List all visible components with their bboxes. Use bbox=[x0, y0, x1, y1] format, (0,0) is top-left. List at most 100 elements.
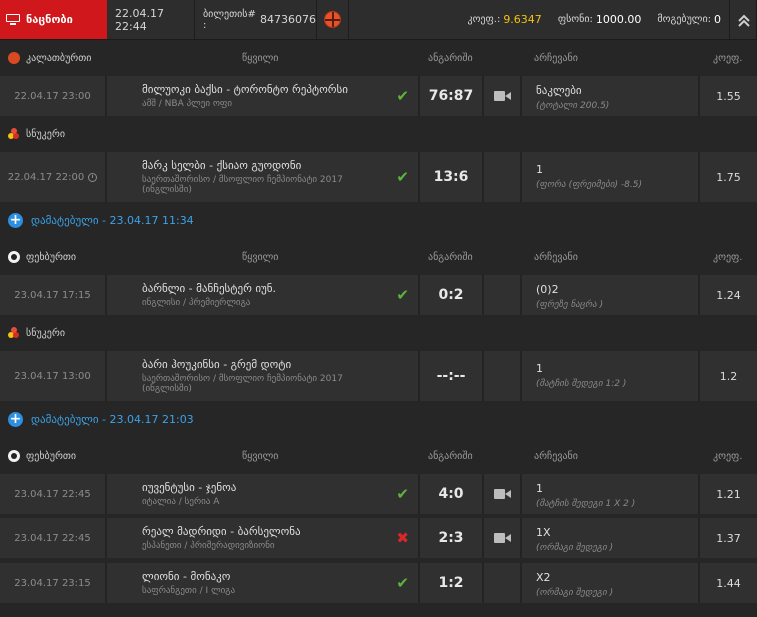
checkmark-icon: ✔ bbox=[396, 87, 409, 105]
bet-row[interactable]: 23.04.17 22:45 იუვენტუსი - ჯენოა იტალია … bbox=[0, 474, 757, 514]
choice-market: (ფორა (ფრეიმები) -8.5) bbox=[536, 180, 642, 190]
stake-label: ფსონი: bbox=[557, 14, 593, 25]
event-date: 23.04.17 23:15 bbox=[0, 563, 107, 603]
section-header: სნუკერი bbox=[0, 117, 757, 151]
video-cell[interactable] bbox=[484, 518, 522, 558]
added-banner: + დამატებული - 23.04.17 11:34 bbox=[0, 204, 757, 236]
bet-coef: 1.55 bbox=[700, 76, 757, 116]
sport-name: ფეხბურთი bbox=[26, 450, 77, 462]
stake-amount: ფსონი: 1000.00 bbox=[550, 0, 650, 39]
tab-ticket[interactable]: ნაცნობი bbox=[0, 0, 107, 39]
event-league: იტალია / სერია A bbox=[142, 497, 220, 507]
event-score: 2:3 bbox=[420, 518, 484, 558]
winnings-value: 0 bbox=[714, 13, 721, 26]
event-name: ბარი ჰოუკინსი - გრემ დოტი bbox=[142, 358, 292, 371]
choice-market: (მატჩის შედეგი 1 X 2 ) bbox=[536, 499, 636, 509]
event-name: ლიონი - მონაკო bbox=[142, 570, 231, 583]
section-header: კალათბურთი წყვილი ანგარიში არჩევანი კოეფ… bbox=[0, 41, 757, 75]
ticket-header-bar: ნაცნობი 22.04.17 22:44 ბილეთის# : 847360… bbox=[0, 0, 757, 40]
winnings-label: მოგებული: bbox=[657, 14, 711, 25]
event-score: 1:2 bbox=[420, 563, 484, 603]
plus-icon[interactable]: + bbox=[8, 411, 23, 427]
clock-icon bbox=[88, 172, 98, 182]
sport-label: სნუკერი bbox=[8, 327, 65, 339]
event-league: ესპანეთი / პრიმერადივიზიონი bbox=[142, 541, 275, 551]
choice-pick: 1X bbox=[536, 526, 551, 539]
sport-ball-cell bbox=[317, 0, 349, 39]
snooker-balls-icon bbox=[8, 327, 20, 339]
checkmark-icon: ✔ bbox=[396, 574, 409, 592]
event-date: 23.04.17 13:00 bbox=[0, 351, 107, 401]
cross-icon: ✖ bbox=[396, 529, 409, 547]
sport-name: ფეხბურთი bbox=[26, 251, 77, 263]
event-cell: ბარნლი - მანჩესტერ იუნ. ინგლისი / პრემიე… bbox=[107, 275, 420, 315]
header-spacer bbox=[349, 0, 459, 39]
sport-label: კალათბურთი bbox=[8, 52, 91, 64]
bet-coef: 1.2 bbox=[700, 351, 757, 401]
event-cell: რეალ მადრიდი - ბარსელონა ესპანეთი / პრიმ… bbox=[107, 518, 420, 558]
section-header: სნუკერი bbox=[0, 316, 757, 350]
bet-coef: 1.44 bbox=[700, 563, 757, 603]
bet-coef: 1.21 bbox=[700, 474, 757, 514]
sport-name: სნუკერი bbox=[26, 327, 65, 339]
video-camera-icon[interactable] bbox=[493, 489, 511, 499]
event-cell: იუვენტუსი - ჯენოა იტალია / სერია A ✔ bbox=[107, 474, 420, 514]
event-date: 23.04.17 22:45 bbox=[0, 518, 107, 558]
event-date: 22.04.17 23:00 bbox=[0, 76, 107, 116]
column-event: წყვილი bbox=[242, 450, 279, 462]
video-cell bbox=[484, 351, 522, 401]
checkmark-icon: ✔ bbox=[396, 168, 409, 186]
video-camera-icon[interactable] bbox=[493, 91, 511, 101]
column-coef: კოეფ. bbox=[713, 450, 743, 462]
column-coef: კოეფ. bbox=[713, 251, 743, 263]
event-score: --:-- bbox=[420, 351, 484, 401]
soccer-ball-icon bbox=[8, 251, 20, 263]
bet-row[interactable]: 23.04.17 23:15 ლიონი - მონაკო საფრანგეთი… bbox=[0, 563, 757, 603]
video-cell bbox=[484, 563, 522, 603]
plus-icon[interactable]: + bbox=[8, 212, 23, 228]
sport-label: სნუკერი bbox=[8, 128, 65, 140]
ticket-number-label: ბილეთის# : bbox=[203, 8, 256, 31]
video-cell[interactable] bbox=[484, 474, 522, 514]
winnings: მოგებული: 0 bbox=[649, 0, 729, 39]
event-date: 23.04.17 17:15 bbox=[0, 275, 107, 315]
bet-row[interactable]: 23.04.17 13:00 ბარი ჰოუკინსი - გრემ დოტი… bbox=[0, 351, 757, 401]
snooker-balls-icon bbox=[8, 128, 20, 140]
choice-cell: X2 (ორმაგი შედეგი ) bbox=[522, 563, 700, 603]
choice-pick: 1 bbox=[536, 362, 543, 375]
event-cell: ბარი ჰოუკინსი - გრემ დოტი საერთაშორისო /… bbox=[107, 351, 420, 401]
event-cell: მილუოკი ბაქსი - ტორონტო რეპტორსი ამშ / N… bbox=[107, 76, 420, 116]
section-header: ფეხბურთი წყვილი ანგარიში არჩევანი კოეფ. bbox=[0, 439, 757, 473]
event-league: ამშ / NBA პლეი ოფი bbox=[142, 99, 233, 109]
choice-market: (ორმაგი შედეგი ) bbox=[536, 588, 614, 598]
event-date: 23.04.17 22:45 bbox=[0, 474, 107, 514]
choice-cell: 1 (მატჩის შედეგი 1 X 2 ) bbox=[522, 474, 700, 514]
bet-coef: 1.75 bbox=[700, 152, 757, 202]
bet-coef: 1.37 bbox=[700, 518, 757, 558]
column-score: ანგარიში bbox=[428, 251, 473, 263]
bet-row[interactable]: 23.04.17 17:15 ბარნლი - მანჩესტერ იუნ. ი… bbox=[0, 275, 757, 315]
sport-label: ფეხბურთი bbox=[8, 251, 76, 263]
column-event: წყვილი bbox=[242, 52, 279, 64]
sport-name: სნუკერი bbox=[26, 128, 65, 140]
bet-row[interactable]: 23.04.17 22:45 რეალ მადრიდი - ბარსელონა … bbox=[0, 518, 757, 558]
checkmark-icon: ✔ bbox=[396, 485, 409, 503]
event-league: საერთაშორისო / მსოფლიო ჩემპიონატი 2017 (… bbox=[142, 175, 343, 195]
event-cell: ლიონი - მონაკო საფრანგეთი / I ლიგა ✔ bbox=[107, 563, 420, 603]
choice-cell: 1 (ფორა (ფრეიმები) -8.5) bbox=[522, 152, 700, 202]
monitor-icon bbox=[6, 14, 20, 25]
basketball-icon bbox=[8, 52, 20, 64]
column-event: წყვილი bbox=[242, 251, 279, 263]
bet-row[interactable]: 22.04.17 23:00 მილუოკი ბაქსი - ტორონტო რ… bbox=[0, 76, 757, 116]
bet-row[interactable]: 22.04.17 22:00 მარკ სელბი - ქსიაო გუოდონ… bbox=[0, 152, 757, 202]
event-score: 13:6 bbox=[420, 152, 484, 202]
collapse-button[interactable] bbox=[729, 0, 757, 39]
video-camera-icon[interactable] bbox=[493, 533, 511, 543]
video-cell[interactable] bbox=[484, 76, 522, 116]
ticket-number-field: ბილეთის# : 84736076 bbox=[195, 0, 317, 39]
choice-cell: (0)2 (ფრეზე ნაცრა ) bbox=[522, 275, 700, 315]
event-name: რეალ მადრიდი - ბარსელონა bbox=[142, 525, 301, 538]
choice-pick: ნაკლები bbox=[536, 84, 582, 97]
choice-pick: 1 bbox=[536, 163, 543, 176]
added-banner: + დამატებული - 23.04.17 21:03 bbox=[0, 403, 757, 435]
